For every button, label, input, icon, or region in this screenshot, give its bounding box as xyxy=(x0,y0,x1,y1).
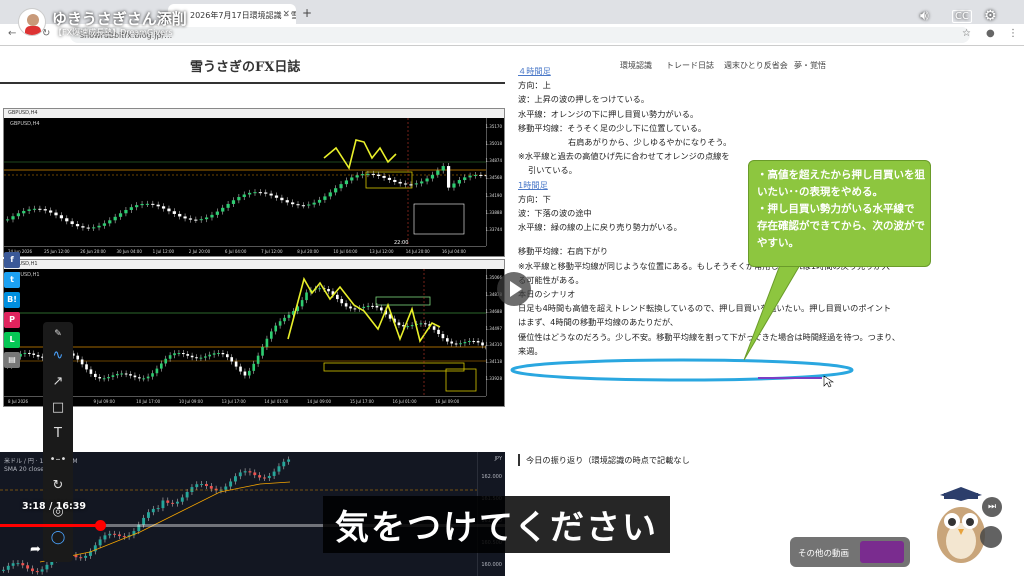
twitter-share-icon[interactable]: t xyxy=(4,272,20,288)
candle-body xyxy=(147,512,150,518)
candle-body xyxy=(40,569,44,572)
next-video-icon[interactable]: ⏭ xyxy=(982,497,1002,517)
candle-body xyxy=(200,484,204,486)
progress-fill xyxy=(0,524,101,527)
candle-body xyxy=(190,487,194,493)
sma-line xyxy=(39,481,291,563)
candle-body xyxy=(6,565,10,570)
play-button[interactable] xyxy=(497,272,531,306)
candle-body xyxy=(118,534,121,537)
line-share-icon[interactable]: L xyxy=(4,332,20,348)
line-icon[interactable]: •–• xyxy=(48,450,68,470)
channel-avatar[interactable] xyxy=(18,8,46,36)
more-videos-button[interactable]: その他の動画 xyxy=(790,537,910,567)
facebook-share-icon[interactable]: f xyxy=(4,252,20,268)
share-icon[interactable]: ➦ xyxy=(30,542,41,557)
rotate-icon[interactable]: ↻ xyxy=(48,476,68,496)
candle-body xyxy=(98,539,102,546)
candle-body xyxy=(103,535,107,540)
tv-price-tick: 160.000 xyxy=(481,562,502,568)
candle-body xyxy=(267,475,271,479)
candle-body xyxy=(166,500,170,503)
candle-body xyxy=(253,472,257,476)
candle-body xyxy=(26,565,30,569)
candle-body xyxy=(263,477,266,479)
candle-body xyxy=(108,533,112,536)
tv-ma-label: SMA 20 close xyxy=(4,466,44,473)
time-current: 3:18 xyxy=(22,501,46,512)
candle-body xyxy=(185,492,189,498)
candle-body xyxy=(176,501,179,504)
callout-tail xyxy=(743,264,801,361)
candle-body xyxy=(248,471,252,473)
text-icon[interactable]: T xyxy=(48,424,68,444)
candle-body xyxy=(151,508,155,513)
candle-body xyxy=(31,568,34,572)
owl-mascot-image xyxy=(937,487,985,563)
time-display: 3:18 / 16:39 xyxy=(22,501,86,512)
candle-body xyxy=(258,475,262,478)
pen-settings-icon[interactable]: ✎ xyxy=(48,324,68,344)
subtitle-caption: 気をつけてください xyxy=(323,496,670,553)
candle-body xyxy=(180,497,184,502)
callout-line: やすい。 xyxy=(757,237,799,249)
captions-icon[interactable]: CC xyxy=(952,10,972,23)
candle-body xyxy=(113,533,117,535)
annotation-callout: ・高値を超えたから押し目買いを狙 いたい･･の表現をやめる。 ・押し目買い勢力が… xyxy=(748,160,931,267)
video-title[interactable]: ゆきうさぎさん添削 xyxy=(52,8,187,29)
candle-body xyxy=(171,502,175,504)
callout-line: いたい･･の表現をやめる。 xyxy=(757,186,883,198)
more-videos-label: その他の動画 xyxy=(798,549,850,559)
candle-body xyxy=(224,486,228,490)
candle-body xyxy=(287,459,291,462)
time-total: 16:39 xyxy=(55,501,86,512)
copy-share-icon[interactable]: ▤ xyxy=(4,352,20,368)
candle-body xyxy=(122,536,126,538)
candle-body xyxy=(35,571,39,573)
candle-body xyxy=(16,563,20,565)
candle-body xyxy=(195,484,199,488)
candle-body xyxy=(2,569,5,571)
video-frame: 2026年7月17日環境認識 – 雪… × + ← → ↻ snowrabbit… xyxy=(0,0,1024,576)
volume-icon[interactable]: 🔊︎ xyxy=(920,8,929,24)
channel-name[interactable]: 【FX爆速成長塾】DreamGivers xyxy=(54,27,173,38)
callout-line: ・高値を超えたから押し目買いを狙 xyxy=(757,169,925,181)
end-screen-icon[interactable] xyxy=(980,526,1002,548)
arrow-icon[interactable]: ↗ xyxy=(48,372,68,392)
candle-body xyxy=(209,486,213,489)
mouse-cursor-icon xyxy=(823,375,834,388)
hatena-share-icon[interactable]: B! xyxy=(4,292,20,308)
settings-gear-icon[interactable]: ⚙ xyxy=(984,8,997,24)
callout-line: ・押し目買い勢力がいる水平線で xyxy=(757,203,915,215)
pocket-share-icon[interactable]: P xyxy=(4,312,20,328)
candle-body xyxy=(21,563,25,566)
callout-line: 存在確認ができてから、次の波がで xyxy=(757,220,925,232)
video-thumbnail xyxy=(860,541,904,563)
candle-body xyxy=(161,500,165,509)
candle-body xyxy=(282,461,286,467)
candle-body xyxy=(234,476,237,482)
candle-body xyxy=(243,471,247,473)
candle-body xyxy=(205,484,208,487)
candle-body xyxy=(84,555,88,558)
tv-currency: JPY xyxy=(494,456,502,462)
candle-body xyxy=(277,466,281,472)
candle-body xyxy=(229,481,233,487)
candle-body xyxy=(11,563,15,566)
freehand-icon[interactable]: ∿ xyxy=(48,346,68,366)
tv-price-tick: 162.000 xyxy=(481,474,502,480)
rectangle-icon[interactable]: □ xyxy=(48,398,68,418)
candle-body xyxy=(272,471,276,476)
candle-body xyxy=(79,557,83,559)
candle-body xyxy=(238,472,242,477)
candle-body xyxy=(156,508,160,510)
circle-icon[interactable]: ◯ xyxy=(48,528,68,548)
candle-body xyxy=(45,564,49,570)
